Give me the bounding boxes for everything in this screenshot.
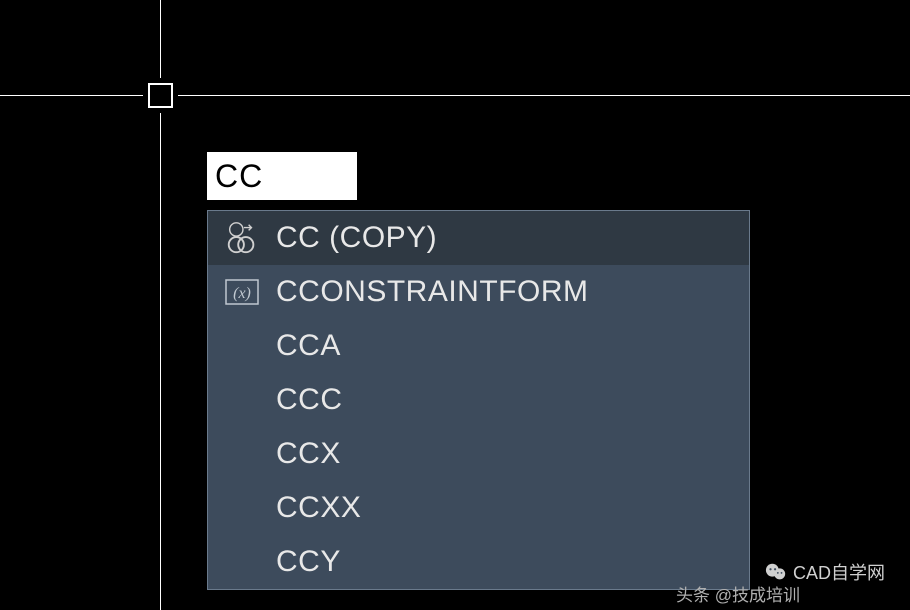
watermark-brand-text: CAD自学网 [793, 559, 885, 585]
autocomplete-item-cca[interactable]: CCA [208, 319, 749, 373]
autocomplete-item-ccx[interactable]: CCX [208, 427, 749, 481]
autocomplete-item-ccy[interactable]: CCY [208, 535, 749, 589]
variable-icon: (x) [218, 272, 266, 312]
autocomplete-item-ccc[interactable]: CCC [208, 373, 749, 427]
empty-icon [218, 434, 266, 474]
watermark-attribution: 头条 @技成培训 [676, 581, 800, 606]
autocomplete-item-label: CCA [266, 329, 341, 363]
empty-icon [218, 542, 266, 582]
autocomplete-item-label: CC (COPY) [266, 221, 437, 255]
empty-icon [218, 488, 266, 528]
command-input[interactable] [207, 152, 357, 200]
copy-icon [218, 218, 266, 258]
autocomplete-item-ccxx[interactable]: CCXX [208, 481, 749, 535]
wechat-icon [765, 561, 787, 583]
autocomplete-item-cc-copy[interactable]: CC (COPY) [208, 211, 749, 265]
svg-text:(x): (x) [233, 285, 251, 302]
autocomplete-item-cconstraintform[interactable]: (x) CCONSTRAINTFORM [208, 265, 749, 319]
autocomplete-item-label: CCX [266, 437, 341, 471]
crosshair-pickbox [148, 83, 173, 108]
autocomplete-item-label: CCONSTRAINTFORM [266, 275, 588, 309]
empty-icon [218, 380, 266, 420]
autocomplete-item-label: CCXX [266, 491, 361, 525]
autocomplete-item-label: CCC [266, 383, 343, 417]
autocomplete-dropdown: CC (COPY) (x) CCONSTRAINTFORM CCA CCC CC… [207, 210, 750, 590]
crosshair-horizontal [0, 95, 910, 96]
autocomplete-item-label: CCY [266, 545, 341, 579]
empty-icon [218, 326, 266, 366]
